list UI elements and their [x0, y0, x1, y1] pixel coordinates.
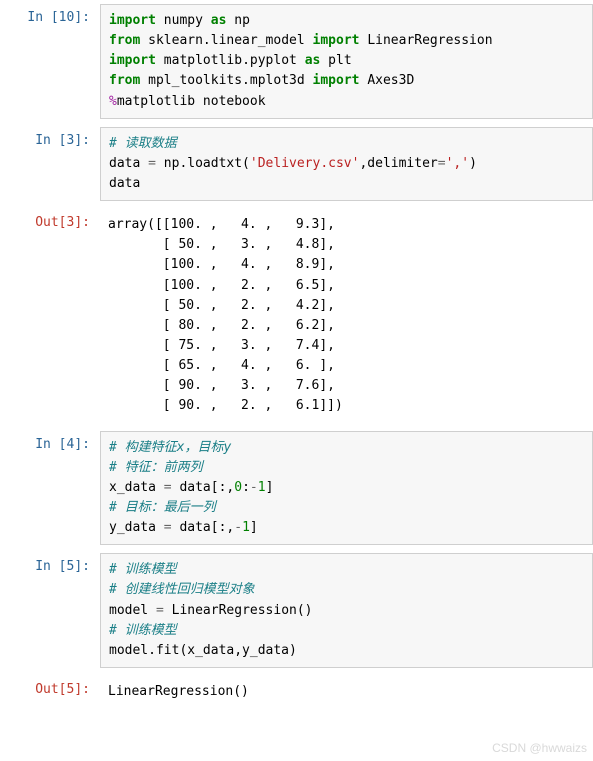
prompt-in-5: In [5]:	[0, 553, 100, 574]
code-input-3[interactable]: # 读取数据 data = np.loadtxt('Delivery.csv',…	[100, 127, 593, 201]
code-cell-4: In [4]: # 构建特征x，目标y # 特征：前两列 x_data = da…	[0, 427, 593, 550]
prompt-in-3: In [3]:	[0, 127, 100, 148]
output-cell-5: Out[5]: LinearRegression()	[0, 672, 593, 712]
code-cell-10: In [10]: import numpy as np from sklearn…	[0, 0, 593, 123]
code-cell-3: In [3]: # 读取数据 data = np.loadtxt('Delive…	[0, 123, 593, 205]
code-input-10[interactable]: import numpy as np from sklearn.linear_m…	[100, 4, 593, 119]
code-output-5: LinearRegression()	[100, 676, 593, 708]
prompt-in-10: In [10]:	[0, 4, 100, 25]
code-cell-5: In [5]: # 训练模型 # 创建线性回归模型对象 model = Line…	[0, 549, 593, 672]
prompt-out-3: Out[3]:	[0, 209, 100, 230]
code-input-4[interactable]: # 构建特征x，目标y # 特征：前两列 x_data = data[:,0:-…	[100, 431, 593, 546]
prompt-in-4: In [4]:	[0, 431, 100, 452]
code-output-3: array([[100. , 4. , 9.3], [ 50. , 3. , 4…	[100, 209, 593, 422]
code-input-5[interactable]: # 训练模型 # 创建线性回归模型对象 model = LinearRegres…	[100, 553, 593, 668]
output-cell-3: Out[3]: array([[100. , 4. , 9.3], [ 50. …	[0, 205, 593, 426]
prompt-out-5: Out[5]:	[0, 676, 100, 697]
watermark: CSDN @hwwaizs	[492, 741, 587, 755]
